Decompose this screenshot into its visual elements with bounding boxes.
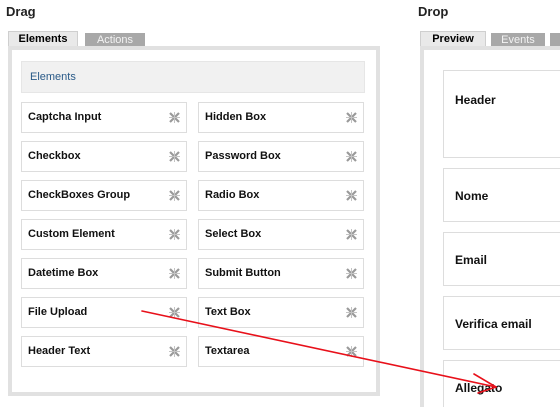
element-text-box[interactable]: Text Box (198, 297, 364, 328)
move-cross-icon (169, 151, 180, 162)
element-label: Captcha Input (28, 111, 102, 123)
element-label: Datetime Box (28, 267, 99, 279)
move-cross-icon (346, 190, 357, 201)
move-cross-icon (346, 112, 357, 123)
move-cross-icon (169, 268, 180, 279)
move-cross-icon (346, 346, 357, 357)
tab-actions[interactable]: Actions (85, 33, 145, 47)
element-label: Textarea (205, 345, 250, 357)
move-cross-icon (169, 190, 180, 201)
elements-panel-header: Elements (21, 61, 365, 93)
tab-elements[interactable]: Elements (8, 31, 78, 47)
move-cross-icon (169, 346, 180, 357)
element-label: Hidden Box (205, 111, 267, 123)
element-password-box[interactable]: Password Box (198, 141, 364, 172)
move-cross-icon (346, 229, 357, 240)
element-submit-button[interactable]: Submit Button (198, 258, 364, 289)
drop-heading: Drop (418, 4, 449, 19)
form-field-header[interactable]: Header (443, 70, 560, 158)
element-label: File Upload (28, 306, 88, 318)
element-label: CheckBoxes Group (28, 189, 131, 201)
tab-events[interactable]: Events (491, 33, 545, 47)
element-file-upload[interactable]: File Upload (21, 297, 187, 328)
tab-preview[interactable]: Preview (420, 31, 486, 47)
element-datetime-box[interactable]: Datetime Box (21, 258, 187, 289)
form-field-verifica-email[interactable]: Verifica email (443, 296, 560, 350)
form-field-label: Verifica email (455, 317, 532, 331)
form-field-label: Allegato (455, 381, 503, 395)
element-label: Select Box (205, 228, 262, 240)
element-label: Header Text (28, 345, 91, 357)
move-cross-icon (346, 268, 357, 279)
element-captcha-input[interactable]: Captcha Input (21, 102, 187, 133)
element-label: Custom Element (28, 228, 115, 240)
element-checkboxes-group[interactable]: CheckBoxes Group (21, 180, 187, 211)
element-header-text[interactable]: Header Text (21, 336, 187, 367)
element-select-box[interactable]: Select Box (198, 219, 364, 250)
drag-heading: Drag (6, 4, 36, 19)
move-cross-icon (346, 307, 357, 318)
move-cross-icon (346, 151, 357, 162)
element-textarea[interactable]: Textarea (198, 336, 364, 367)
element-label: Text Box (205, 306, 251, 318)
element-custom-element[interactable]: Custom Element (21, 219, 187, 250)
form-field-allegato[interactable]: Allegato (443, 360, 560, 407)
move-cross-icon (169, 229, 180, 240)
move-cross-icon (169, 112, 180, 123)
element-radio-box[interactable]: Radio Box (198, 180, 364, 211)
element-label: Radio Box (205, 189, 260, 201)
form-field-label: Header (455, 93, 496, 107)
element-label: Checkbox (28, 150, 81, 162)
element-label: Password Box (205, 150, 281, 162)
form-field-nome[interactable]: Nome (443, 168, 560, 222)
move-cross-icon (169, 307, 180, 318)
form-field-label: Nome (455, 189, 489, 203)
tab-overflow[interactable] (550, 33, 560, 47)
form-field-label: Email (455, 253, 488, 267)
element-label: Submit Button (205, 267, 281, 279)
element-hidden-box[interactable]: Hidden Box (198, 102, 364, 133)
element-checkbox[interactable]: Checkbox (21, 141, 187, 172)
form-field-email[interactable]: Email (443, 232, 560, 286)
